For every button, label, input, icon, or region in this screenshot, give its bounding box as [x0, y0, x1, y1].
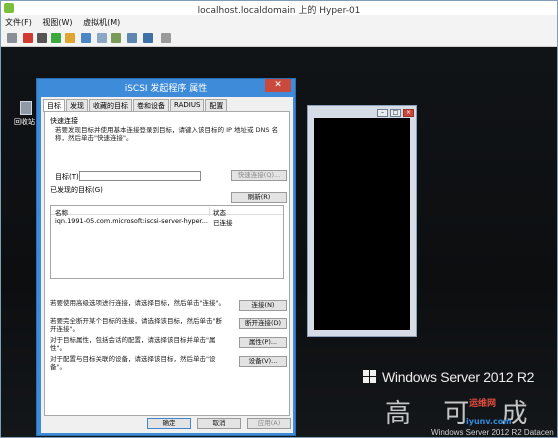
refresh-button[interactable]: 刷新(R) [231, 192, 287, 203]
revert-icon[interactable] [111, 33, 121, 43]
watermark-site: 运维网 [469, 399, 497, 409]
dialog-body: 目标 发现 收藏的目标 卷和设备 RADIUS 配置 快速连接 若要发现目标并使… [41, 97, 293, 433]
tab-strip: 目标 发现 收藏的目标 卷和设备 RADIUS 配置 [43, 99, 228, 112]
windows-logo-icon [363, 370, 377, 384]
edition-text: Windows Server 2012 R2 Datacen [431, 428, 554, 437]
console-content [314, 118, 410, 330]
windows-server-branding: Windows Server 2012 R2 [382, 369, 535, 385]
checkpoint-icon[interactable] [97, 33, 107, 43]
tab-configuration[interactable]: 配置 [205, 99, 228, 111]
ctrl-alt-del-icon[interactable] [7, 33, 17, 43]
maximize-icon[interactable]: □ [390, 109, 401, 117]
quick-connect-button[interactable]: 快速连接(Q)... [231, 170, 287, 181]
menu-file[interactable]: 文件(F) [1, 15, 36, 30]
discovered-targets-list: 名称 状态 iqn.1991-05.com.microsoft:iscsi-se… [50, 205, 284, 279]
reset-icon[interactable] [81, 33, 91, 43]
disconnect-note: 若要完全断开某个目标的连接，请选择该目标，然后单击"断开连接"。 [50, 317, 222, 333]
target-status: 已连接 [213, 219, 233, 227]
devices-note: 对于配置与目标关联的设备，请选择该目标，然后单击"设备"。 [50, 355, 216, 371]
pause-icon[interactable] [65, 33, 75, 43]
console-window[interactable]: – □ × [307, 105, 417, 337]
quick-connect-title: 快速连接 [50, 117, 78, 125]
devices-button[interactable]: 设备(V)... [239, 356, 287, 367]
ok-button[interactable]: 确定 [147, 418, 191, 429]
target-name: iqn.1991-05.com.microsoft:iscsi-server-h… [55, 217, 208, 225]
connect-button[interactable]: 连接(N) [239, 300, 287, 311]
close-icon[interactable]: × [403, 109, 414, 117]
vm-toolbar [1, 29, 557, 47]
cancel-button[interactable]: 取消 [197, 418, 241, 429]
tab-discovery[interactable]: 发现 [66, 99, 88, 111]
tab-radius[interactable]: RADIUS [170, 99, 205, 111]
vm-title-bar: localhost.localdomain 上的 Hyper-01 [1, 1, 557, 16]
menu-view[interactable]: 视图(W) [38, 15, 76, 30]
tab-volumes-devices[interactable]: 卷和设备 [133, 99, 169, 111]
column-name[interactable]: 名称 [55, 207, 68, 217]
vm-menu-bar: 文件(F) 视图(W) 虚拟机(M) [1, 15, 557, 29]
column-status[interactable]: 状态 [213, 207, 226, 217]
minimize-icon[interactable]: – [377, 109, 388, 117]
shutdown-icon[interactable] [37, 33, 47, 43]
properties-button[interactable]: 属性(P)... [239, 337, 287, 348]
target-input[interactable] [79, 171, 201, 181]
console-window-controls: – □ × [375, 107, 414, 117]
recycle-bin-label: 回收站 [14, 118, 35, 126]
start-icon[interactable] [51, 33, 61, 43]
dialog-title: iSCSI 发起程序 属性 [124, 84, 208, 94]
disconnect-button[interactable]: 断开连接(D) [239, 318, 287, 329]
connect-note: 若要使用高级选项进行连接，请选择目标，然后单击"连接"。 [50, 299, 225, 307]
apply-button[interactable]: 应用(A) [247, 418, 291, 429]
menu-vm[interactable]: 虚拟机(M) [79, 15, 124, 30]
vm-connection-window: localhost.localdomain 上的 Hyper-01 文件(F) … [0, 0, 558, 438]
quick-connect-note: 若要发现目标并使用基本连接登录到目标，请键入该目标的 IP 地址或 DNS 名称… [55, 126, 279, 142]
iscsi-initiator-dialog: iSCSI 发起程序 属性 ✕ 目标 发现 收藏的目标 卷和设备 RADIUS … [36, 78, 296, 436]
stop-icon[interactable] [23, 33, 33, 43]
dialog-footer: 确定 取消 应用(A) [41, 418, 293, 430]
watermark-text: 高 可 成 [385, 399, 540, 429]
target-label: 目标(T): [55, 173, 82, 181]
properties-note: 对于目标属性，包括会话的配置，请选择该目标并单击"属性"。 [50, 336, 216, 352]
dialog-close-button[interactable]: ✕ [265, 79, 291, 92]
recycle-bin-icon [20, 101, 32, 115]
tab-favorite-targets[interactable]: 收藏的目标 [89, 99, 132, 111]
type-clipboard-icon[interactable] [161, 33, 171, 43]
share-icon[interactable] [143, 33, 153, 43]
list-header: 名称 状态 [51, 206, 283, 217]
discovered-targets-title: 已发现的目标(G) [50, 186, 103, 194]
enhanced-session-icon[interactable] [127, 33, 137, 43]
targets-tab-panel: 快速连接 若要发现目标并使用基本连接登录到目标，请键入该目标的 IP 地址或 D… [44, 111, 290, 416]
watermark-url: iyunv.com [466, 417, 512, 426]
